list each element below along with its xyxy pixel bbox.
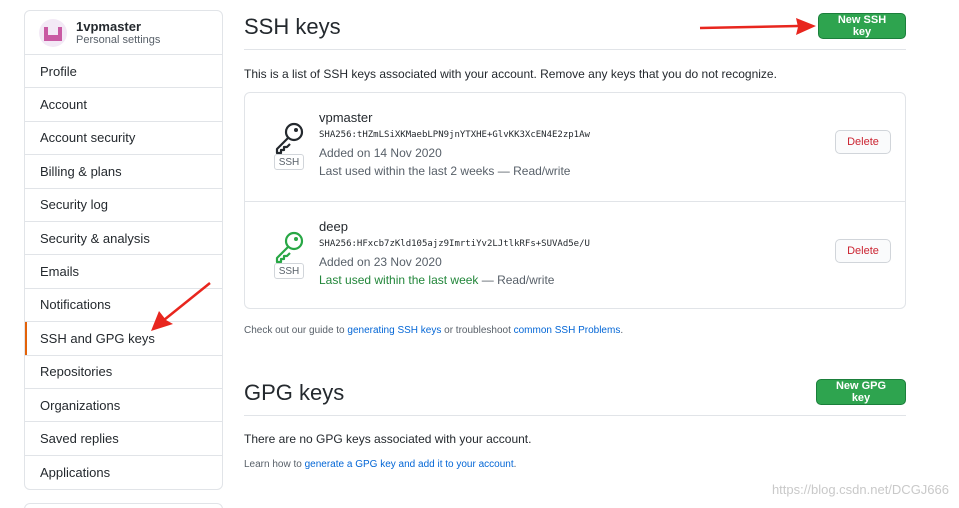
delete-key-button[interactable]: Delete [835, 239, 891, 263]
guide-suffix: . [620, 325, 624, 336]
settings-sidebar: 1vpmaster Personal settings Profile Acco… [24, 10, 223, 490]
profile-subtitle: Personal settings [76, 33, 161, 46]
gpg-learn-text: Learn how to generate a GPG key and add … [244, 459, 516, 470]
avatar [39, 18, 67, 47]
main-content: SSH keys New SSH key This is a list of S… [244, 0, 906, 508]
key-fingerprint: SHA256:HFxcb7zKld105ajz9ImrtiYv2LJtlkRFs… [319, 239, 590, 249]
learn-suffix: . [513, 459, 517, 470]
key-last-used-text: — Read/write [478, 273, 555, 287]
profile-header[interactable]: 1vpmaster Personal settings [25, 11, 222, 55]
gpg-empty-text: There are no GPG keys associated with yo… [244, 432, 532, 446]
key-last-used: Last used within the last week — Read/wr… [319, 273, 554, 287]
key-fingerprint: SHA256:tHZmLSiXKMaebLPN9jnYTXHE+GlvKK3Xc… [319, 130, 590, 140]
sidebar-item-organizations[interactable]: Organizations [25, 389, 222, 423]
ssh-title: SSH keys [244, 14, 341, 39]
sidebar-item-account[interactable]: Account [25, 88, 222, 122]
red-annotation-arrow [699, 18, 816, 35]
key-icon [275, 122, 304, 155]
delete-key-button[interactable]: Delete [835, 130, 891, 154]
ssh-key-row: SSH vpmaster SHA256:tHZmLSiXKMaebLPN9jnY… [245, 93, 905, 201]
ssh-key-row: SSH deep SHA256:HFxcb7zKld105ajz9ImrtiYv… [245, 201, 905, 309]
generate-gpg-key-link[interactable]: generate a GPG key and add it to your ac… [305, 459, 514, 470]
ssh-badge: SSH [274, 263, 304, 279]
ssh-guide-text: Check out our guide to generating SSH ke… [244, 325, 623, 336]
key-last-used-text: Last used within the last 2 weeks — Read… [319, 164, 571, 178]
generating-ssh-keys-link[interactable]: generating SSH keys [347, 325, 441, 336]
key-icon [275, 231, 304, 264]
sidebar-item-saved-replies[interactable]: Saved replies [25, 422, 222, 456]
key-title: deep [319, 219, 348, 234]
sidebar-item-billing[interactable]: Billing & plans [25, 155, 222, 189]
key-last-used-recent: Last used within the last week [319, 273, 479, 287]
key-added-date: Added on 23 Nov 2020 [319, 255, 442, 269]
guide-mid: or troubleshoot [441, 325, 514, 336]
ssh-keys-list: SSH vpmaster SHA256:tHZmLSiXKMaebLPN9jnY… [244, 92, 906, 309]
gpg-section-header: GPG keys New GPG key [244, 370, 906, 416]
new-gpg-key-button[interactable]: New GPG key [816, 379, 906, 405]
new-ssh-key-button[interactable]: New SSH key [818, 13, 906, 39]
sidebar-item-profile[interactable]: Profile [25, 55, 222, 89]
common-ssh-problems-link[interactable]: common SSH Problems [514, 325, 621, 336]
gpg-title: GPG keys [244, 380, 345, 405]
key-title: vpmaster [319, 110, 373, 125]
key-last-used: Last used within the last 2 weeks — Read… [319, 164, 570, 178]
ssh-badge: SSH [274, 154, 304, 170]
sidebar-secondary-box [24, 503, 223, 508]
sidebar-item-security-analysis[interactable]: Security & analysis [25, 222, 222, 256]
watermark: https://blog.csdn.net/DCGJ666 [771, 482, 949, 497]
sidebar-item-applications[interactable]: Applications [25, 456, 222, 489]
ssh-intro-text: This is a list of SSH keys associated wi… [244, 67, 777, 81]
key-added-date: Added on 14 Nov 2020 [319, 146, 442, 160]
profile-username: 1vpmaster [76, 18, 142, 34]
guide-prefix: Check out our guide to [244, 325, 348, 336]
sidebar-item-repositories[interactable]: Repositories [25, 356, 222, 389]
learn-prefix: Learn how to [244, 459, 305, 470]
sidebar-item-security-log[interactable]: Security log [25, 189, 222, 222]
red-annotation-arrow [151, 282, 211, 331]
sidebar-item-account-security[interactable]: Account security [25, 122, 222, 156]
